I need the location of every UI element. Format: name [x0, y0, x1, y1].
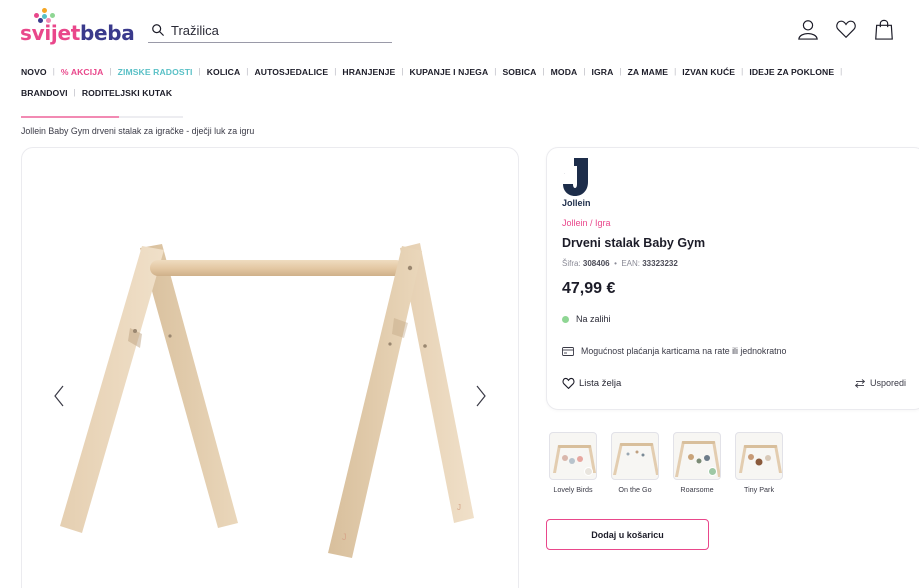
product-image: J J: [60, 243, 474, 558]
variant-label: Lovely Birds: [553, 485, 593, 494]
nav-item-brandovi[interactable]: BRANDOVI: [21, 83, 68, 103]
add-to-cart-button[interactable]: Dodaj u košaricu: [546, 519, 709, 550]
user-icon[interactable]: [797, 18, 819, 40]
wishlist-button[interactable]: Lista želja: [562, 377, 621, 389]
variant-lovely-birds[interactable]: Lovely Birds: [549, 432, 597, 494]
wishlist-label: Lista želja: [579, 377, 622, 389]
nav-item-moda[interactable]: MODA: [551, 62, 578, 82]
carousel-prev-button[interactable]: [48, 376, 70, 416]
main-navigation: NOVO | % AKCIJA | ZIMSKE RADOSTI | KOLICA | …: [21, 62, 901, 103]
chevron-left-icon: [54, 385, 64, 407]
svg-text:J: J: [457, 503, 461, 512]
nav-item-izvan-kuce[interactable]: IZVAN KUĆE: [682, 62, 735, 82]
nav-item-sobica[interactable]: SOBICA: [502, 62, 536, 82]
nav-item-novo[interactable]: NOVO: [21, 62, 47, 82]
logo-text-part2: beba: [79, 21, 135, 45]
swap-arrows-icon: [855, 378, 865, 388]
logo-text: svijetbeba: [20, 21, 135, 45]
site-logo[interactable]: svijetbeba: [20, 8, 135, 48]
variant-selector: Lovely Birds On the Go Roarsome Tiny Par…: [549, 432, 783, 494]
variant-thumbnail: [735, 432, 783, 480]
product-price: 47,99 €: [562, 280, 616, 297]
breadcrumb: Jollein Baby Gym drveni stalak za igračk…: [21, 126, 255, 136]
variant-tiny-park[interactable]: Tiny Park: [735, 432, 783, 494]
sku-label: Šifra:: [562, 259, 581, 268]
variant-label: Tiny Park: [743, 485, 775, 494]
ean-value: 33323232: [642, 259, 678, 268]
stock-text: Na zalihi: [576, 314, 611, 324]
brand-logo-name: Jollein: [562, 198, 591, 208]
stock-dot-icon: [562, 315, 569, 323]
carousel-next-button[interactable]: [470, 376, 492, 416]
heart-icon: [562, 377, 575, 389]
brand-logo[interactable]: J Jollein: [562, 158, 598, 210]
codes-bullet: •: [614, 259, 617, 268]
product-image-card: J J: [21, 147, 519, 588]
product-codes: Šifra: 308406 • EAN: 33323232: [562, 259, 678, 268]
nav-item-zimske-radosti[interactable]: ZIMSKE RADOSTI: [118, 62, 193, 82]
variant-label: On the Go: [618, 485, 652, 494]
credit-card-icon: [562, 346, 574, 356]
heart-icon[interactable]: [835, 18, 857, 40]
nav-item-roditeljski-kutak[interactable]: RODITELJSKI KUTAK: [82, 83, 172, 103]
search-input[interactable]: Tražilica: [148, 18, 392, 43]
header-actions: [797, 18, 895, 40]
stock-status: Na zalihi: [562, 314, 611, 324]
svg-text:J: J: [342, 532, 347, 542]
nav-item-igra[interactable]: IGRA: [592, 62, 614, 82]
logo-dots: [34, 8, 64, 23]
nav-item-kupanje-i-njega[interactable]: KUPANJE I NJEGA: [410, 62, 489, 82]
nav-item-hranjenje[interactable]: HRANJENJE: [342, 62, 395, 82]
brand-logo-letter: J: [564, 173, 565, 175]
sku-value: 308406: [582, 259, 610, 268]
nav-item-autosjedalice[interactable]: AUTOSJEDALICE: [254, 62, 328, 82]
logo-text-part1: svijet: [20, 21, 80, 45]
product-title: Drveni stalak Baby Gym: [562, 236, 706, 250]
nav-item-kolica[interactable]: KOLICA: [207, 62, 241, 82]
product-info-card: J Jollein Jollein / Igra Drveni stalak B…: [546, 147, 919, 410]
chevron-right-icon: [476, 385, 486, 407]
compare-label: Usporedi: [870, 378, 907, 388]
variant-thumbnail: [549, 432, 597, 480]
ean-label: EAN:: [621, 259, 640, 268]
variant-roarsome[interactable]: Roarsome: [673, 432, 721, 494]
product-category-link[interactable]: Jollein / Igra: [562, 218, 611, 228]
variant-on-the-go[interactable]: On the Go: [611, 432, 659, 494]
nav-row-2: BRANDOVI | RODITELJSKI KUTAK: [21, 83, 901, 103]
compare-button[interactable]: Usporedi: [855, 378, 906, 388]
progress-underline: [21, 116, 183, 118]
nav-row-1: NOVO | % AKCIJA | ZIMSKE RADOSTI | KOLICA | …: [21, 62, 901, 82]
payment-info-text: Mogućnost plaćanja karticama na rate ili…: [581, 346, 787, 356]
payment-info: Mogućnost plaćanja karticama na rate ili…: [562, 346, 786, 356]
brand-logo-mark: J: [563, 158, 588, 196]
variant-thumbnail: [611, 432, 659, 480]
bag-icon[interactable]: [873, 18, 895, 40]
variant-swatch: [584, 467, 593, 476]
nav-item-ideje-za-poklone[interactable]: IDEJE ZA POKLONE: [749, 62, 834, 82]
search-placeholder: Tražilica: [171, 22, 219, 38]
variant-swatch: [708, 467, 717, 476]
nav-item-akcija[interactable]: % AKCIJA: [61, 62, 104, 82]
nav-item-za-mame[interactable]: ZA MAME: [628, 62, 668, 82]
search-icon: [152, 24, 164, 36]
variant-thumbnail: [673, 432, 721, 480]
variant-label: Roarsome: [680, 485, 714, 494]
